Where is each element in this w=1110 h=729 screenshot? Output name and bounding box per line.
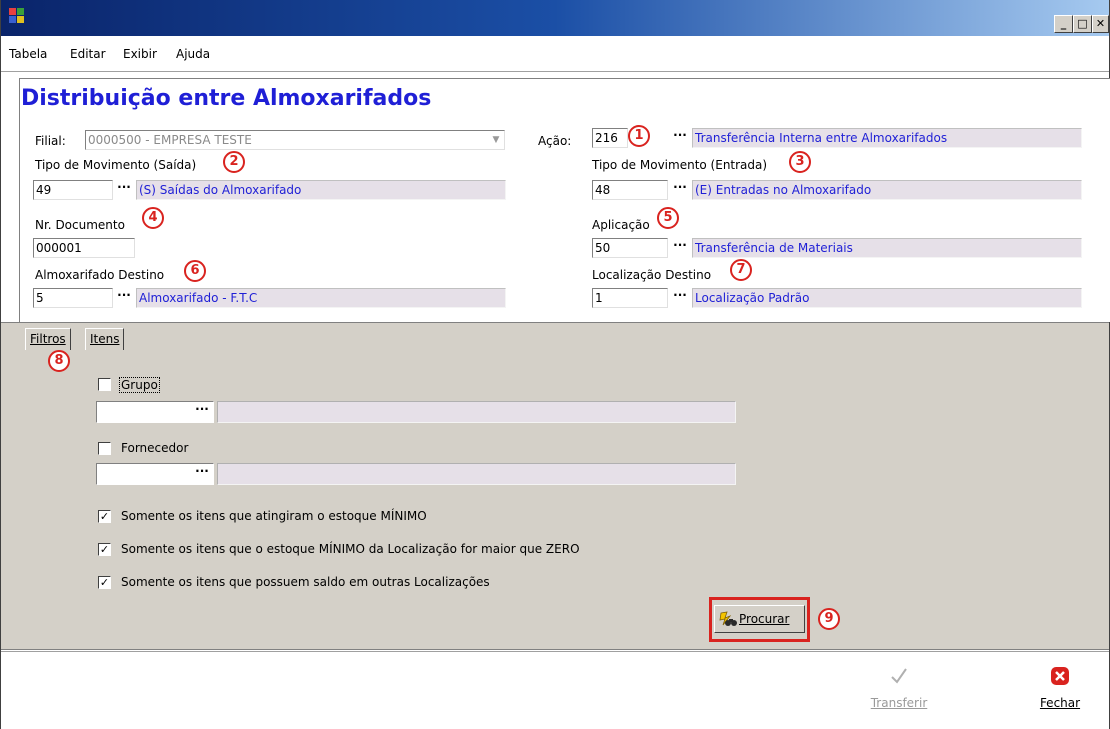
aplicacao-code-input[interactable]: 50	[592, 238, 668, 258]
option-saldo-outras-checkbox[interactable]: ✓	[98, 576, 111, 589]
option-minimo-localizacao-checkbox[interactable]: ✓	[98, 543, 111, 556]
nr-documento-input[interactable]: 000001	[33, 238, 135, 258]
procurar-highlight: Procurar	[709, 597, 810, 642]
filters-panel	[1, 352, 1109, 650]
page-title: Distribuição entre Almoxarifados	[21, 86, 432, 111]
grupo-checkbox[interactable]	[98, 378, 111, 391]
checkmark-icon	[891, 668, 907, 684]
tipo-mov-entrada-description: (E) Entradas no Almoxarifado	[692, 180, 1082, 200]
localizacao-destino-code-input[interactable]: 1	[592, 288, 668, 308]
minimize-icon[interactable]: _	[1054, 15, 1073, 33]
grupo-label: Grupo	[119, 377, 160, 393]
fornecedor-code-input[interactable]: ···	[96, 463, 214, 485]
tipo-mov-saida-label: Tipo de Movimento (Saída)	[35, 158, 197, 172]
tab-filtros[interactable]: Filtros	[25, 328, 71, 350]
fornecedor-checkbox[interactable]	[98, 442, 111, 455]
fechar-button[interactable]: Fechar	[1030, 666, 1090, 710]
menu-item-editar[interactable]: Editar	[70, 47, 106, 61]
tipo-mov-entrada-code-input[interactable]: 48	[592, 180, 668, 200]
maximize-icon[interactable]: □	[1073, 15, 1092, 33]
header-form	[19, 78, 1110, 322]
transferir-button[interactable]: Transferir	[869, 666, 929, 710]
badge-7: 7	[730, 259, 752, 281]
aplicacao-label: Aplicação	[592, 218, 650, 232]
fornecedor-description	[217, 463, 736, 485]
fornecedor-lookup-button[interactable]: ···	[191, 464, 213, 484]
filial-select: 0000500 - EMPRESA TESTE ▼	[85, 130, 505, 150]
acao-label: Ação:	[538, 134, 572, 148]
grupo-code-input[interactable]: ···	[96, 401, 214, 423]
menu-item-tabela[interactable]: Tabela	[9, 47, 47, 61]
close-x-icon	[1051, 667, 1069, 685]
procurar-button[interactable]: Procurar	[714, 605, 805, 633]
tab-strip: Filtros Itens	[1, 322, 1109, 352]
fornecedor-label: Fornecedor	[121, 441, 189, 455]
option-saldo-outras-label: Somente os itens que possuem saldo em ou…	[121, 575, 490, 589]
aplicacao-lookup-button[interactable]: ···	[669, 238, 691, 258]
badge-8: 8	[48, 350, 70, 372]
localizacao-destino-lookup-button[interactable]: ···	[669, 288, 691, 308]
acao-lookup-button[interactable]: ···	[669, 128, 691, 148]
almox-destino-description: Almoxarifado - F.T.C	[136, 288, 506, 308]
localizacao-destino-description: Localização Padrão	[692, 288, 1082, 308]
option-estoque-minimo-label: Somente os itens que atingiram o estoque…	[121, 509, 427, 523]
tipo-mov-saida-code-input[interactable]: 49	[33, 180, 113, 200]
badge-3: 3	[789, 151, 811, 173]
footer-toolbar: Transferir Fechar	[1, 651, 1109, 729]
app-icon	[9, 8, 25, 24]
option-minimo-localizacao-label: Somente os itens que o estoque MÍNIMO da…	[121, 542, 580, 556]
aplicacao-description: Transferência de Materiais	[692, 238, 1082, 258]
grupo-lookup-button[interactable]: ···	[191, 402, 213, 422]
title-bar: _ □ ✕	[1, 0, 1109, 36]
almox-destino-label: Almoxarifado Destino	[35, 268, 165, 282]
tipo-mov-entrada-lookup-button[interactable]: ···	[669, 180, 691, 200]
badge-6: 6	[184, 260, 206, 282]
acao-description: Transferência Interna entre Almoxarifado…	[692, 128, 1082, 148]
localizacao-destino-label: Localização Destino	[592, 268, 712, 282]
badge-9: 9	[818, 608, 840, 630]
option-estoque-minimo-checkbox[interactable]: ✓	[98, 510, 111, 523]
filial-label: Filial:	[35, 134, 66, 148]
menu-item-ajuda[interactable]: Ajuda	[176, 47, 210, 61]
binoculars-icon	[719, 611, 737, 626]
close-icon[interactable]: ✕	[1092, 15, 1109, 33]
grupo-description	[217, 401, 736, 423]
nr-documento-label: Nr. Documento	[35, 218, 125, 232]
chevron-down-icon: ▼	[492, 135, 500, 145]
badge-4: 4	[142, 207, 164, 229]
tipo-mov-saida-lookup-button[interactable]: ···	[113, 180, 135, 200]
app-window: _ □ ✕ Tabela Editar Exibir Ajuda Distrib…	[0, 0, 1110, 729]
menu-bar: Tabela Editar Exibir Ajuda	[1, 36, 1109, 72]
menu-item-exibir[interactable]: Exibir	[123, 47, 157, 61]
almox-destino-lookup-button[interactable]: ···	[113, 288, 135, 308]
tipo-mov-saida-description: (S) Saídas do Almoxarifado	[136, 180, 506, 200]
almox-destino-code-input[interactable]: 5	[33, 288, 113, 308]
tipo-mov-entrada-label: Tipo de Movimento (Entrada)	[592, 158, 768, 172]
badge-5: 5	[657, 207, 679, 229]
badge-1: 1	[628, 125, 650, 147]
acao-code-input[interactable]: 216	[592, 128, 628, 148]
badge-2: 2	[223, 151, 245, 173]
tab-itens[interactable]: Itens	[85, 328, 125, 350]
procurar-label: Procurar	[739, 612, 790, 626]
